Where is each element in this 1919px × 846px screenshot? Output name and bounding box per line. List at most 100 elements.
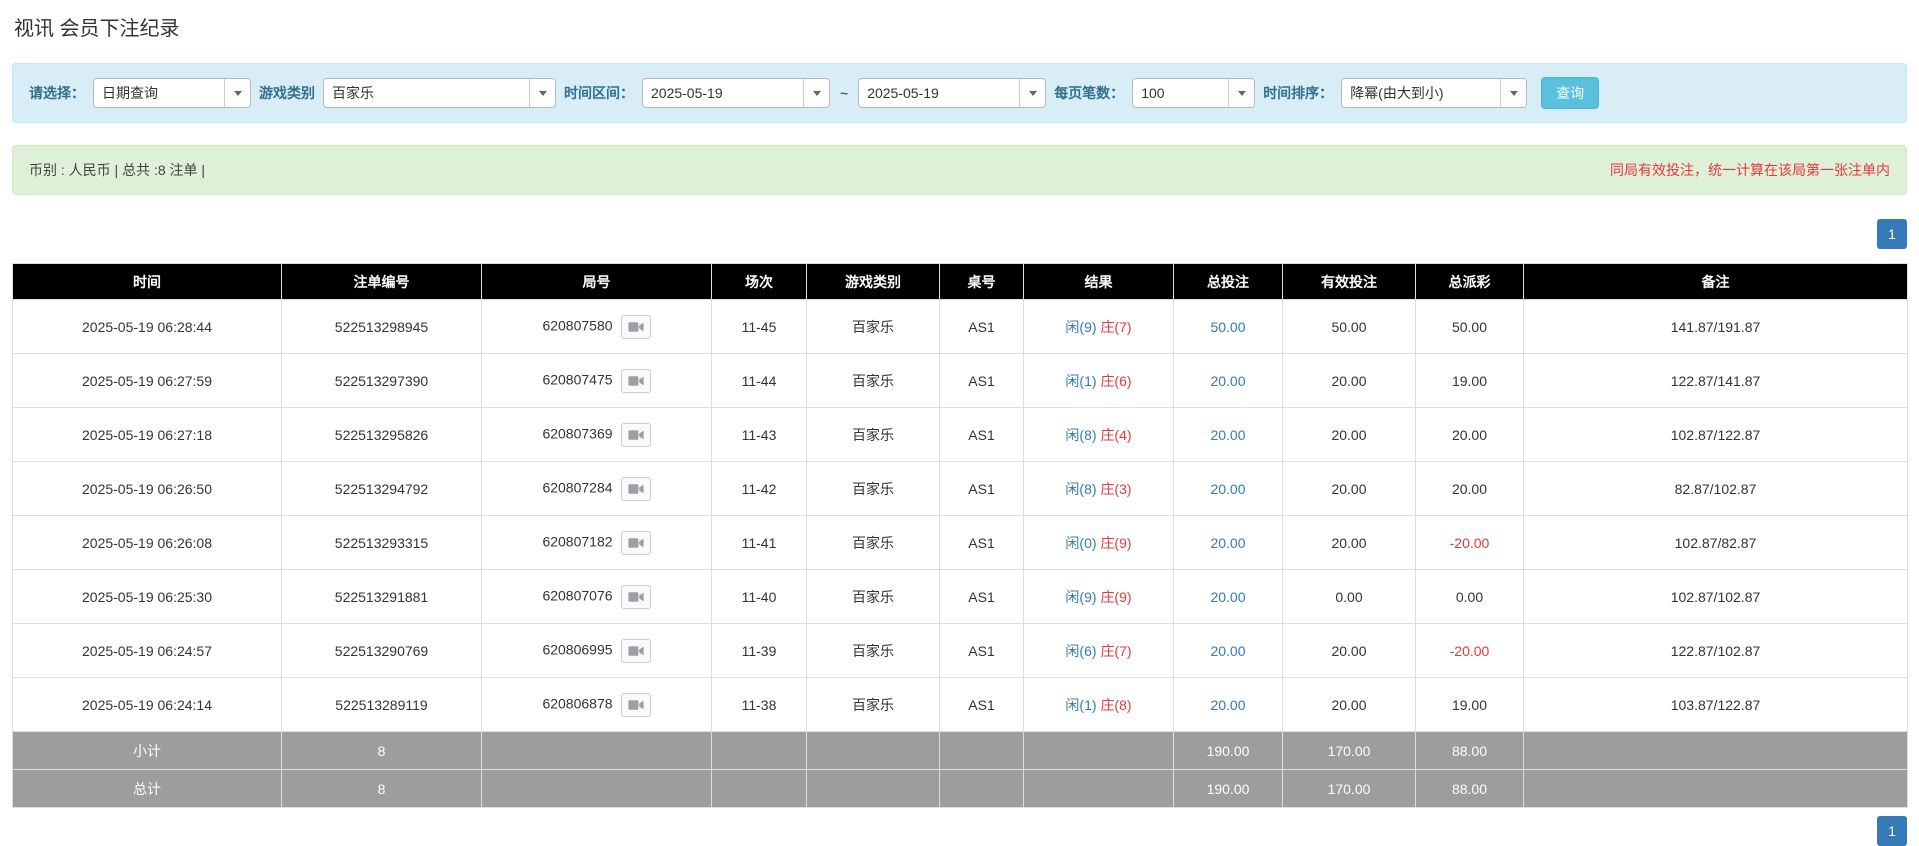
total-bet-link[interactable]: 50.00	[1210, 319, 1245, 335]
cell-total-bet: 20.00	[1173, 461, 1283, 516]
cell-result: 闲(6) 庄(7)	[1023, 623, 1174, 678]
summary-bar: 币别 : 人民币 | 总共 :8 注单 | 同局有效投注，统一计算在该局第一张注…	[12, 145, 1907, 195]
round-id-value: 620807475	[542, 371, 613, 388]
game-type-dropdown-button[interactable]	[529, 79, 555, 107]
date-to-dropdown-button[interactable]	[1019, 79, 1046, 107]
cell-table-no: AS1	[939, 461, 1024, 516]
date-from-input[interactable]	[643, 79, 803, 107]
pagination-page-1[interactable]: 1	[1877, 816, 1907, 846]
cell-remark: 122.87/102.87	[1523, 623, 1908, 678]
total-bet-link[interactable]: 20.00	[1210, 589, 1245, 605]
cell-session: 11-43	[711, 407, 807, 462]
sort-order-dropdown-button[interactable]	[1500, 79, 1527, 107]
table-row: 2025-05-19 06:28:44 522513298945 6208075…	[12, 299, 1908, 354]
round-id-value: 620806878	[542, 695, 613, 712]
result-banker: 庄(7)	[1100, 318, 1132, 335]
cell-valid-bet: 20.00	[1282, 515, 1416, 570]
cell-time: 2025-05-19 06:25:30	[12, 569, 282, 624]
cell-total-bet: 20.00	[1173, 623, 1283, 678]
cell-valid-bet: 20.00	[1282, 353, 1416, 408]
total-bet-link[interactable]: 20.00	[1210, 535, 1245, 551]
header-total-bet: 总投注	[1173, 263, 1283, 300]
cell-table-no: AS1	[939, 299, 1024, 354]
total-bet-link[interactable]: 20.00	[1210, 427, 1245, 443]
video-replay-button[interactable]	[620, 314, 651, 339]
cell-time: 2025-05-19 06:28:44	[12, 299, 282, 354]
cell-total-bet: 50.00	[1173, 299, 1283, 354]
cell-payout: -20.00	[1415, 623, 1524, 678]
video-replay-button[interactable]	[620, 584, 651, 609]
page-size-label: 每页笔数：	[1054, 85, 1125, 101]
cell-bet-id: 522513298945	[281, 299, 482, 354]
video-replay-button[interactable]	[620, 638, 651, 663]
video-camera-icon	[627, 429, 644, 440]
cell-time: 2025-05-19 06:24:14	[12, 677, 282, 732]
cell-round-id: 620807475	[481, 353, 712, 408]
filter-bar: 请选择： 游戏类别 时间区间： ~ 每页笔数： 时间排序：	[12, 63, 1907, 123]
total-bet-link[interactable]: 20.00	[1210, 481, 1245, 497]
cell-session: 11-41	[711, 515, 807, 570]
cell-result: 闲(1) 庄(6)	[1023, 353, 1174, 408]
cell-round-id: 620807284	[481, 461, 712, 516]
result-banker: 庄(7)	[1100, 642, 1132, 659]
cell-remark: 82.87/102.87	[1523, 461, 1908, 516]
cell-result: 闲(1) 庄(8)	[1023, 677, 1174, 732]
result-banker: 庄(8)	[1100, 696, 1132, 713]
cell-round-id: 620807580	[481, 299, 712, 354]
search-button[interactable]: 查询	[1541, 77, 1600, 109]
cell-payout: 19.00	[1415, 677, 1524, 732]
header-table-no: 桌号	[939, 263, 1024, 300]
cell-remark: 102.87/122.87	[1523, 407, 1908, 462]
total-bet-link[interactable]: 20.00	[1210, 697, 1245, 713]
round-id-value: 620807369	[542, 425, 613, 442]
cell-result: 闲(8) 庄(4)	[1023, 407, 1174, 462]
result-player: 闲(8)	[1065, 480, 1097, 497]
subtotal-row: 小计 8 190.00 170.00 88.00	[12, 731, 1908, 770]
page-container: 视讯 会员下注纪录 请选择： 游戏类别 时间区间： ~ 每页笔数： 时间排序：	[12, 0, 1908, 846]
payout-value: 20.00	[1451, 480, 1488, 497]
cell-game-type: 百家乐	[806, 677, 940, 732]
video-replay-button[interactable]	[620, 476, 651, 501]
payout-value: 19.00	[1451, 372, 1488, 389]
payout-value: -20.00	[1449, 534, 1490, 551]
round-id-value: 620806995	[542, 641, 613, 658]
video-replay-button[interactable]	[620, 422, 651, 447]
video-replay-button[interactable]	[620, 368, 651, 393]
video-replay-button[interactable]	[620, 692, 651, 717]
round-id-value: 620807182	[542, 533, 613, 550]
cell-table-no: AS1	[939, 515, 1024, 570]
cell-time: 2025-05-19 06:26:08	[12, 515, 282, 570]
summary-note: 同局有效投注，统一计算在该局第一张注单内	[1610, 162, 1890, 178]
payout-value: 50.00	[1451, 318, 1488, 335]
total-bet-link[interactable]: 20.00	[1210, 643, 1245, 659]
pagination-top: 1	[12, 219, 1907, 249]
cell-game-type: 百家乐	[806, 353, 940, 408]
cell-time: 2025-05-19 06:24:57	[12, 623, 282, 678]
header-round-id: 局号	[481, 263, 712, 300]
cell-remark: 122.87/141.87	[1523, 353, 1908, 408]
date-to-input[interactable]	[859, 79, 1020, 107]
cell-round-id: 620807076	[481, 569, 712, 624]
caret-down-icon	[1028, 90, 1037, 96]
page-size-dropdown-button[interactable]	[1228, 79, 1255, 107]
video-camera-icon	[627, 699, 644, 710]
query-type-dropdown-button[interactable]	[224, 79, 250, 107]
header-remark: 备注	[1523, 263, 1908, 300]
game-type-input[interactable]	[324, 79, 529, 107]
page-size-input[interactable]	[1133, 79, 1229, 107]
cell-bet-id: 522513297390	[281, 353, 482, 408]
date-from-dropdown-button[interactable]	[803, 79, 829, 107]
table-row: 2025-05-19 06:26:08 522513293315 6208071…	[12, 515, 1908, 570]
result-banker: 庄(9)	[1100, 534, 1132, 551]
total-bet-link[interactable]: 20.00	[1210, 373, 1245, 389]
date-range-separator: ~	[840, 85, 849, 101]
video-camera-icon	[627, 483, 644, 494]
pagination-page-1[interactable]: 1	[1877, 219, 1907, 249]
query-type-input[interactable]	[94, 79, 224, 107]
sort-order-input[interactable]	[1342, 79, 1501, 107]
video-replay-button[interactable]	[620, 530, 651, 555]
payout-value: 19.00	[1451, 696, 1488, 713]
cell-remark: 102.87/82.87	[1523, 515, 1908, 570]
table-row: 2025-05-19 06:24:57 522513290769 6208069…	[12, 623, 1908, 678]
video-camera-icon	[627, 375, 644, 386]
